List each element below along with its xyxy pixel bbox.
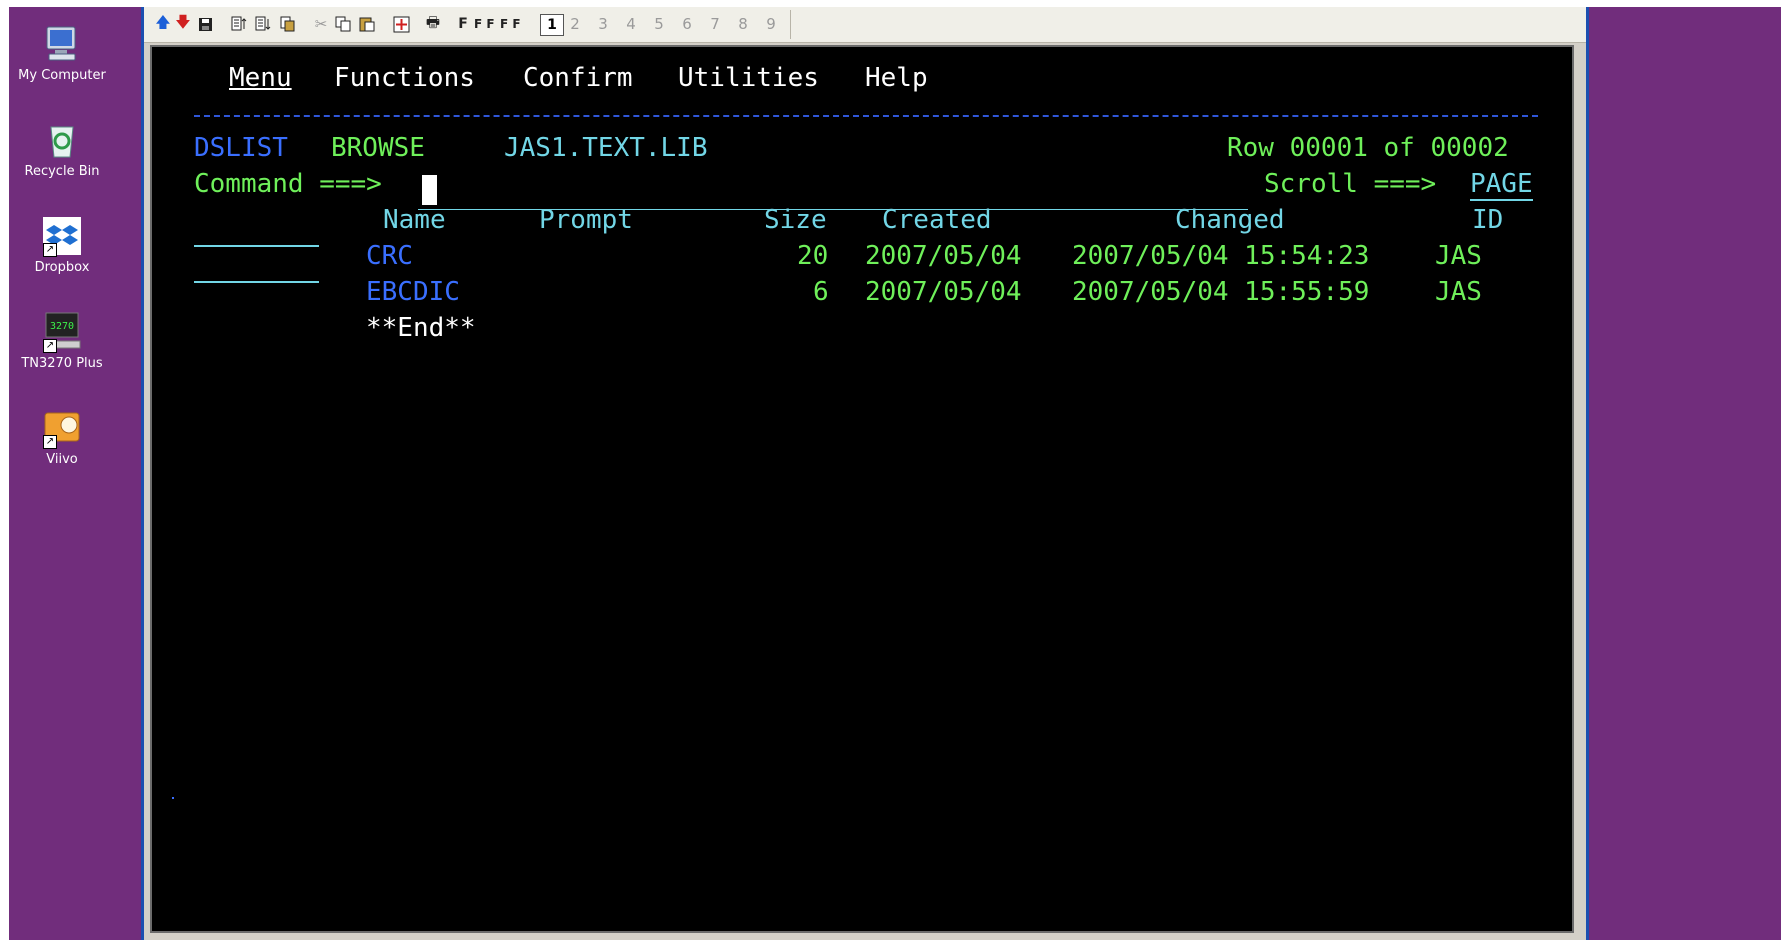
member-changed: 2007/05/04 15:55:59 <box>1072 277 1370 307</box>
cut-icon[interactable]: ✂ <box>312 13 330 35</box>
command-label: Command ===> <box>194 169 382 199</box>
shortcut-arrow-icon: ↗ <box>43 243 57 257</box>
desktop-icon-label: Viivo <box>46 452 78 467</box>
viivo-icon: ↗ <box>41 407 83 449</box>
col-header-id: ID <box>1472 205 1504 235</box>
svg-text:3270: 3270 <box>50 321 74 332</box>
my-computer-icon <box>41 23 83 65</box>
shortcut-arrow-icon: ↗ <box>43 435 57 449</box>
desktop-icon-viivo[interactable]: ↗ Viivo <box>9 407 115 467</box>
tn3270-window: 🡅 🡇 ✂ 🖶 F F F F F 1 2 3 4 5 6 7 8 9 Menu… <box>141 7 1589 940</box>
menu-item-functions[interactable]: Functions <box>334 63 475 93</box>
print-icon[interactable]: 🖶 <box>424 13 442 35</box>
menu-item-utilities[interactable]: Utilities <box>678 63 819 93</box>
panel-id: DSLIST <box>194 133 288 163</box>
member-size: 6 <box>813 277 829 307</box>
font-small-button[interactable]: F F <box>500 13 521 35</box>
session-6-button[interactable]: 6 <box>678 13 696 35</box>
desktop-icon-recycle-bin[interactable]: Recycle Bin <box>9 119 115 179</box>
desktop-icon-my-computer[interactable]: My Computer <box>9 23 115 83</box>
text-cursor <box>422 175 437 205</box>
end-of-list-marker: **End** <box>366 313 476 343</box>
font-large-button[interactable]: F <box>454 13 472 35</box>
session-5-button[interactable]: 5 <box>650 13 668 35</box>
desktop-icon-dropbox[interactable]: ↗ Dropbox <box>9 215 115 275</box>
member-created: 2007/05/04 <box>865 277 1022 307</box>
toolbar: 🡅 🡇 ✂ 🖶 F F F F F 1 2 3 4 5 6 7 8 9 <box>144 7 1586 43</box>
session-1-button[interactable]: 1 <box>540 14 564 36</box>
dataset-name: JAS1.TEXT.LIB <box>504 133 708 163</box>
col-header-name: Name <box>383 205 446 235</box>
scroll-label: Scroll ===> <box>1264 169 1437 199</box>
desktop-icon-label: My Computer <box>18 68 106 83</box>
keypad-icon[interactable] <box>392 13 410 35</box>
menu-item-menu[interactable]: Menu <box>229 63 292 93</box>
send-file-icon[interactable] <box>230 13 248 35</box>
member-size: 20 <box>797 241 829 271</box>
desktop-icon-label: TN3270 Plus <box>21 356 103 371</box>
session-4-button[interactable]: 4 <box>622 13 640 35</box>
font-medium-button[interactable]: F F <box>474 13 495 35</box>
transfer-icon[interactable] <box>278 13 296 35</box>
desktop-icon-label: Dropbox <box>34 260 90 275</box>
terminal-3270-icon: 3270 ↗ <box>41 311 83 353</box>
receive-file-icon[interactable] <box>254 13 272 35</box>
desktop-icon-tn3270[interactable]: 3270 ↗ TN3270 Plus <box>9 311 115 371</box>
member-created: 2007/05/04 <box>865 241 1022 271</box>
terminal-screen[interactable]: Menu Functions Confirm Utilities Help DS… <box>150 45 1574 933</box>
paste-icon[interactable] <box>358 13 376 35</box>
menu-item-confirm[interactable]: Confirm <box>523 63 633 93</box>
menu-separator <box>194 115 1538 117</box>
member-changed: 2007/05/04 15:54:23 <box>1072 241 1370 271</box>
shortcut-arrow-icon: ↗ <box>43 339 57 353</box>
col-header-size: Size <box>764 205 827 235</box>
session-3-button[interactable]: 3 <box>594 13 612 35</box>
panel-mode: BROWSE <box>331 133 425 163</box>
col-header-prompt: Prompt <box>539 205 633 235</box>
member-id: JAS <box>1435 241 1482 271</box>
session-9-button[interactable]: 9 <box>762 13 780 35</box>
screen-dot <box>172 797 174 799</box>
copy-icon[interactable] <box>334 13 352 35</box>
session-7-button[interactable]: 7 <box>706 13 724 35</box>
menu-item-help[interactable]: Help <box>865 63 928 93</box>
row-indicator: Row 00001 of 00002 <box>1227 133 1509 163</box>
col-header-changed: Changed <box>1175 205 1285 235</box>
desktop-icon-label: Recycle Bin <box>24 164 100 179</box>
member-name[interactable]: CRC <box>366 241 413 271</box>
recycle-bin-icon <box>41 119 83 161</box>
arrow-up-icon[interactable]: 🡅 <box>154 13 172 35</box>
dropbox-icon: ↗ <box>41 215 83 257</box>
row-line-command-input[interactable] <box>194 219 319 247</box>
session-2-button[interactable]: 2 <box>566 13 584 35</box>
toolbar-separator <box>790 10 791 39</box>
member-id: JAS <box>1435 277 1482 307</box>
col-header-created: Created <box>882 205 992 235</box>
scroll-input[interactable]: PAGE <box>1470 169 1533 201</box>
save-icon[interactable] <box>196 13 214 35</box>
member-name[interactable]: EBCDIC <box>366 277 460 307</box>
session-8-button[interactable]: 8 <box>734 13 752 35</box>
arrow-down-icon[interactable]: 🡇 <box>174 13 192 35</box>
row-line-command-input[interactable] <box>194 255 319 283</box>
